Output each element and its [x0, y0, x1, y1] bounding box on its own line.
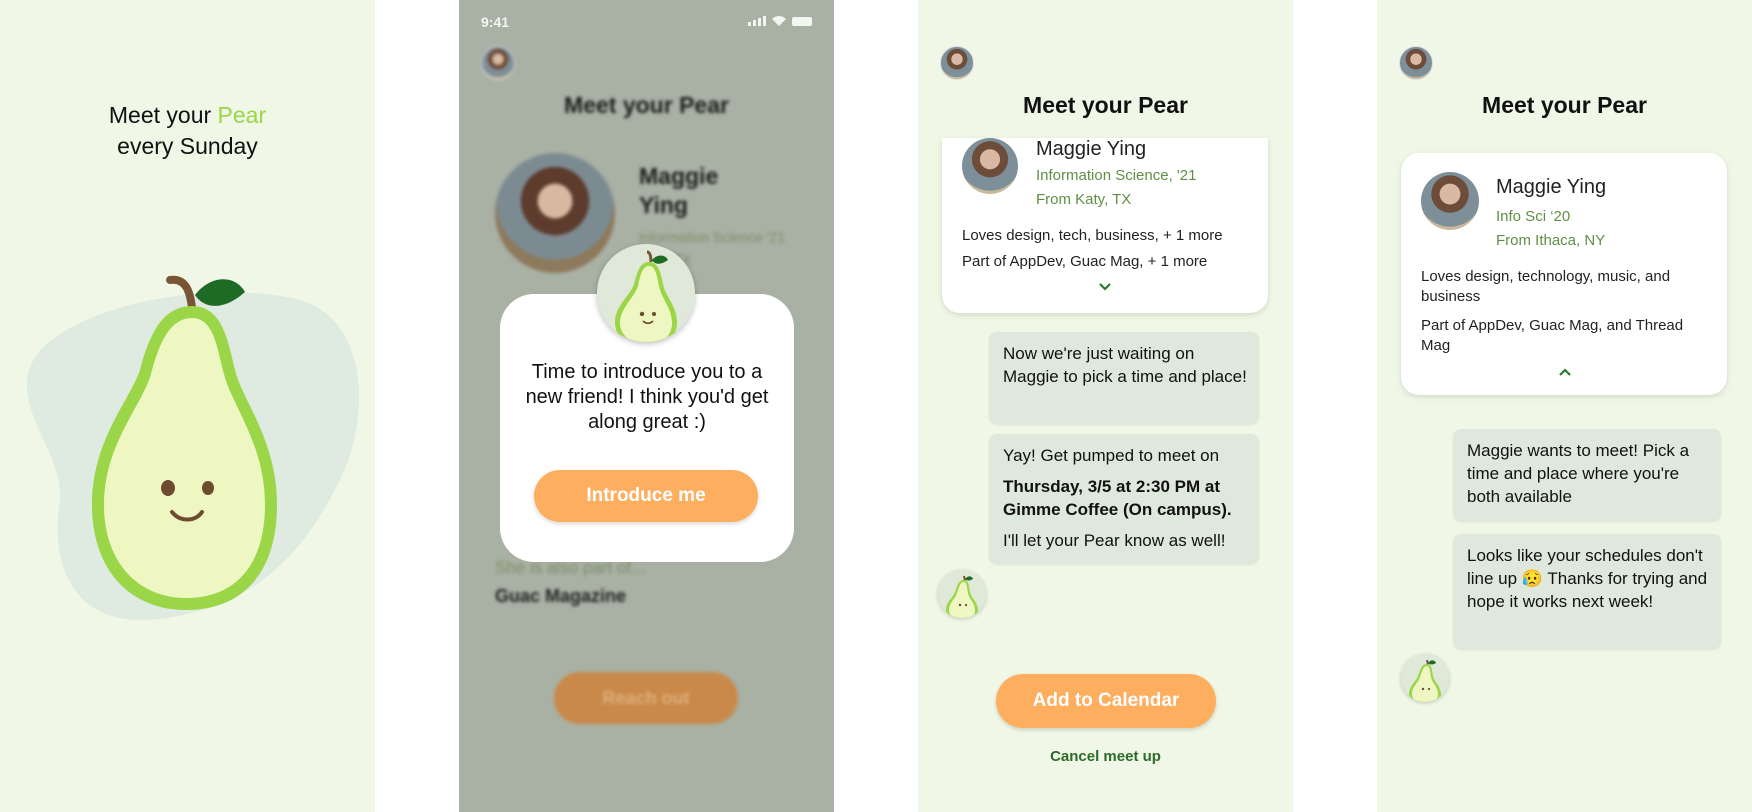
meetup-scheduled-panel: Meet your Pear Maggie Ying Information S… [918, 0, 1293, 812]
meetup-details: Thursday, 3/5 at 2:30 PM at Gimme Coffee… [1003, 477, 1232, 519]
also-part-value: Guac Magazine [495, 586, 627, 606]
profile-major: Information Science, '21 [1036, 167, 1197, 184]
headline-line2: every Sunday [117, 133, 258, 159]
profile-name: Maggie Ying [1496, 176, 1607, 198]
screen-title: Meet your Pear [564, 92, 729, 118]
profile-from: From Ithaca, NY [1496, 232, 1606, 249]
pear-mascot-icon [597, 244, 695, 342]
pear-mascot-icon [938, 570, 986, 618]
user-avatar [481, 46, 515, 80]
profile-groups: Part of AppDev, Guac Mag, + 1 more [962, 253, 1208, 270]
profile-name: Maggie Ying [639, 163, 719, 218]
bubble-text: I'll let your Pear know as well! [1003, 531, 1226, 550]
chevron-down-icon[interactable] [1098, 282, 1112, 292]
cancel-meetup-link[interactable]: Cancel meet up [918, 748, 1293, 765]
profile-details: Information Science, '21 From Katy, TX [1036, 164, 1196, 212]
profile-major: Info Sci ‘20 [1496, 208, 1571, 225]
reach-out-button[interactable]: Reach out [554, 672, 738, 724]
onboarding-panel: Meet your Pear every Sunday [0, 0, 375, 812]
intro-modal-panel: 9:41 Meet your Pear Maggie Ying Informat… [459, 0, 834, 812]
chat-bubble: Yay! Get pumped to meet on Thursday, 3/5… [989, 434, 1259, 564]
profile-interests: Loves design, tech, business, + 1 more [962, 227, 1223, 244]
screen-title: Meet your Pear [1023, 92, 1188, 118]
profile-groups: Part of AppDev, Guac Mag, and Thread Mag [1421, 317, 1684, 354]
chevron-up-icon[interactable] [1558, 367, 1572, 377]
pear-mascot-icon [1401, 654, 1449, 702]
headline-accent: Pear [217, 102, 267, 128]
meetup-request-panel: Meet your Pear Maggie Ying Info Sci ‘20 … [1377, 0, 1752, 812]
screen-title: Meet your Pear [1482, 92, 1647, 118]
modal-message: Time to introduce you to a new friend! I… [525, 361, 769, 433]
introduce-me-button[interactable]: Introduce me [534, 470, 758, 522]
profile-major: Information Science '21 [639, 229, 785, 245]
user-avatar[interactable] [1399, 46, 1433, 80]
profile-photo [962, 138, 1018, 194]
pear-profile-card[interactable]: Maggie Ying Info Sci ‘20 From Ithaca, NY… [1401, 153, 1727, 395]
profile-details: Info Sci ‘20 From Ithaca, NY [1496, 205, 1605, 253]
profile-photo [495, 153, 615, 273]
profile-interests: Loves design, technology, music, and bus… [1421, 268, 1671, 305]
headline-text: Meet your [108, 102, 218, 128]
user-avatar[interactable] [940, 46, 974, 80]
chat-bubble: Now we're just waiting on Maggie to pick… [989, 332, 1259, 424]
profile-from: From Katy, TX [1036, 191, 1132, 208]
headline: Meet your Pear every Sunday [0, 100, 375, 162]
pear-mascot-icon [26, 275, 360, 621]
chat-bubble: Looks like your schedules don't line up … [1453, 534, 1721, 649]
pear-profile-card[interactable]: Maggie Ying Information Science, '21 Fro… [942, 138, 1268, 313]
bubble-text: Yay! Get pumped to meet on [1003, 446, 1220, 465]
profile-photo [1421, 172, 1479, 230]
profile-name: Maggie Ying [1036, 138, 1147, 160]
add-to-calendar-button[interactable]: Add to Calendar [996, 674, 1216, 728]
chat-bubble: Maggie wants to meet! Pick a time and pl… [1453, 429, 1721, 521]
